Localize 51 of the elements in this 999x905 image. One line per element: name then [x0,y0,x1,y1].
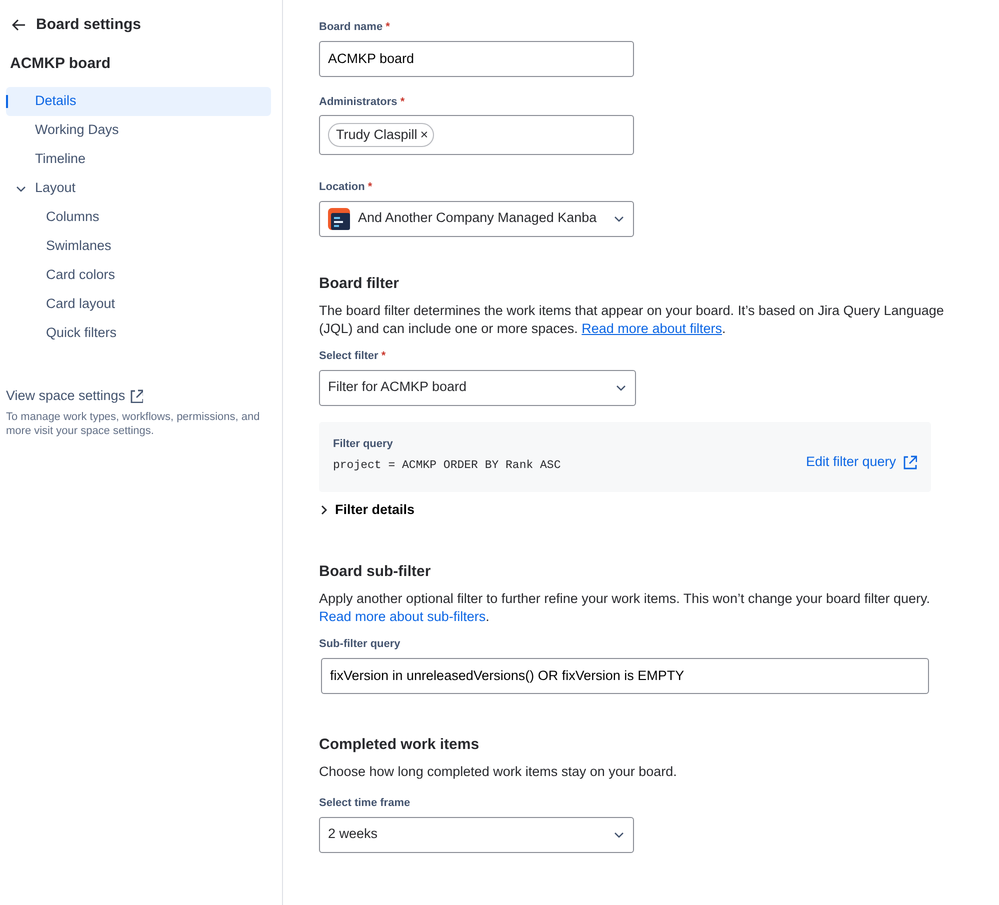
field-label: Administrators * [319,94,406,110]
administrators-field[interactable]: Trudy Claspill × [319,115,634,155]
field-label: Sub-filter query [319,637,402,652]
filter-query-label: Filter query [333,436,394,452]
read-more-link[interactable]: Read more about sub-filters [319,609,486,624]
chevron-icon [319,504,329,516]
filter-details-toggle[interactable]: Filter details [319,500,415,520]
back-button[interactable]: Board settings [6,12,148,38]
space-settings-description: To manage work types, workflows, permissions, and more visit your space settings. [6,410,261,438]
edit-filter-query-link[interactable]: Edit filter query [806,452,917,472]
field-label: Board name * [319,20,391,35]
nav-item[interactable]: Columns [6,203,271,232]
nav-item[interactable]: Working Days [6,116,271,145]
nav-item[interactable]: Swimlanes [6,232,271,261]
select-value: 2 weeks [328,825,378,844]
required-asterisk: * [381,350,386,362]
read-more-link[interactable]: Read more about filters [582,321,722,336]
board-title: ACMKP board [10,54,112,74]
section-description: Choose how long completed work items stay on your board. [319,763,678,781]
section-description: The board filter determines the work items that appear on your board. It’s based on Jira Query Language (JQL) and can include one or more spaces. Read more about filters. [319,302,945,338]
required-asterisk: * [386,21,390,33]
select-value: And Another Company Managed Kanba [358,209,597,228]
board-name-input[interactable]: ACMKP board [319,40,634,76]
select-field[interactable]: And Another Company Managed Kanba [319,200,634,236]
nav-item[interactable]: Quick filters [6,319,271,348]
back-arrow-icon [12,19,26,32]
space-settings-link[interactable]: View space settings [6,386,144,406]
section-heading: Board filter [319,274,400,294]
external-link-icon [129,389,144,404]
field-label: Location * [319,180,374,195]
user-name: Trudy Claspill [336,126,418,144]
nav-item[interactable]: Card layout [6,290,271,319]
nav-item[interactable]: Layout [6,174,271,203]
select-value: Filter for ACMKP board [328,378,467,396]
board-icon [328,208,350,230]
select-field[interactable]: 2 weeks [319,816,634,852]
section-description: Apply another optional filter to further refine your work items. This won’t change your board filter query. Read more about sub-filters. [319,590,932,626]
external-link-icon [902,454,917,470]
section-heading: Completed work items [319,734,480,754]
remove-button[interactable]: × [420,124,428,146]
nav-item[interactable]: Card colors [6,261,271,290]
nav-item[interactable]: Details [6,87,271,116]
nav-item[interactable]: Timeline [6,145,271,174]
field-label: Select filter * [319,349,387,364]
required-asterisk: * [368,181,372,193]
required-asterisk: * [400,96,405,108]
select-field[interactable]: Filter for ACMKP board [319,370,636,406]
filter-query-text: project = ACMKP ORDER BY Rank ASC [333,458,561,474]
field-label: Select time frame [319,796,412,811]
sub-filter-query-input[interactable]: fixVersion in unreleasedVersions() OR fixVersion is EMPTY [321,658,929,694]
section-heading: Board sub-filter [319,562,432,582]
